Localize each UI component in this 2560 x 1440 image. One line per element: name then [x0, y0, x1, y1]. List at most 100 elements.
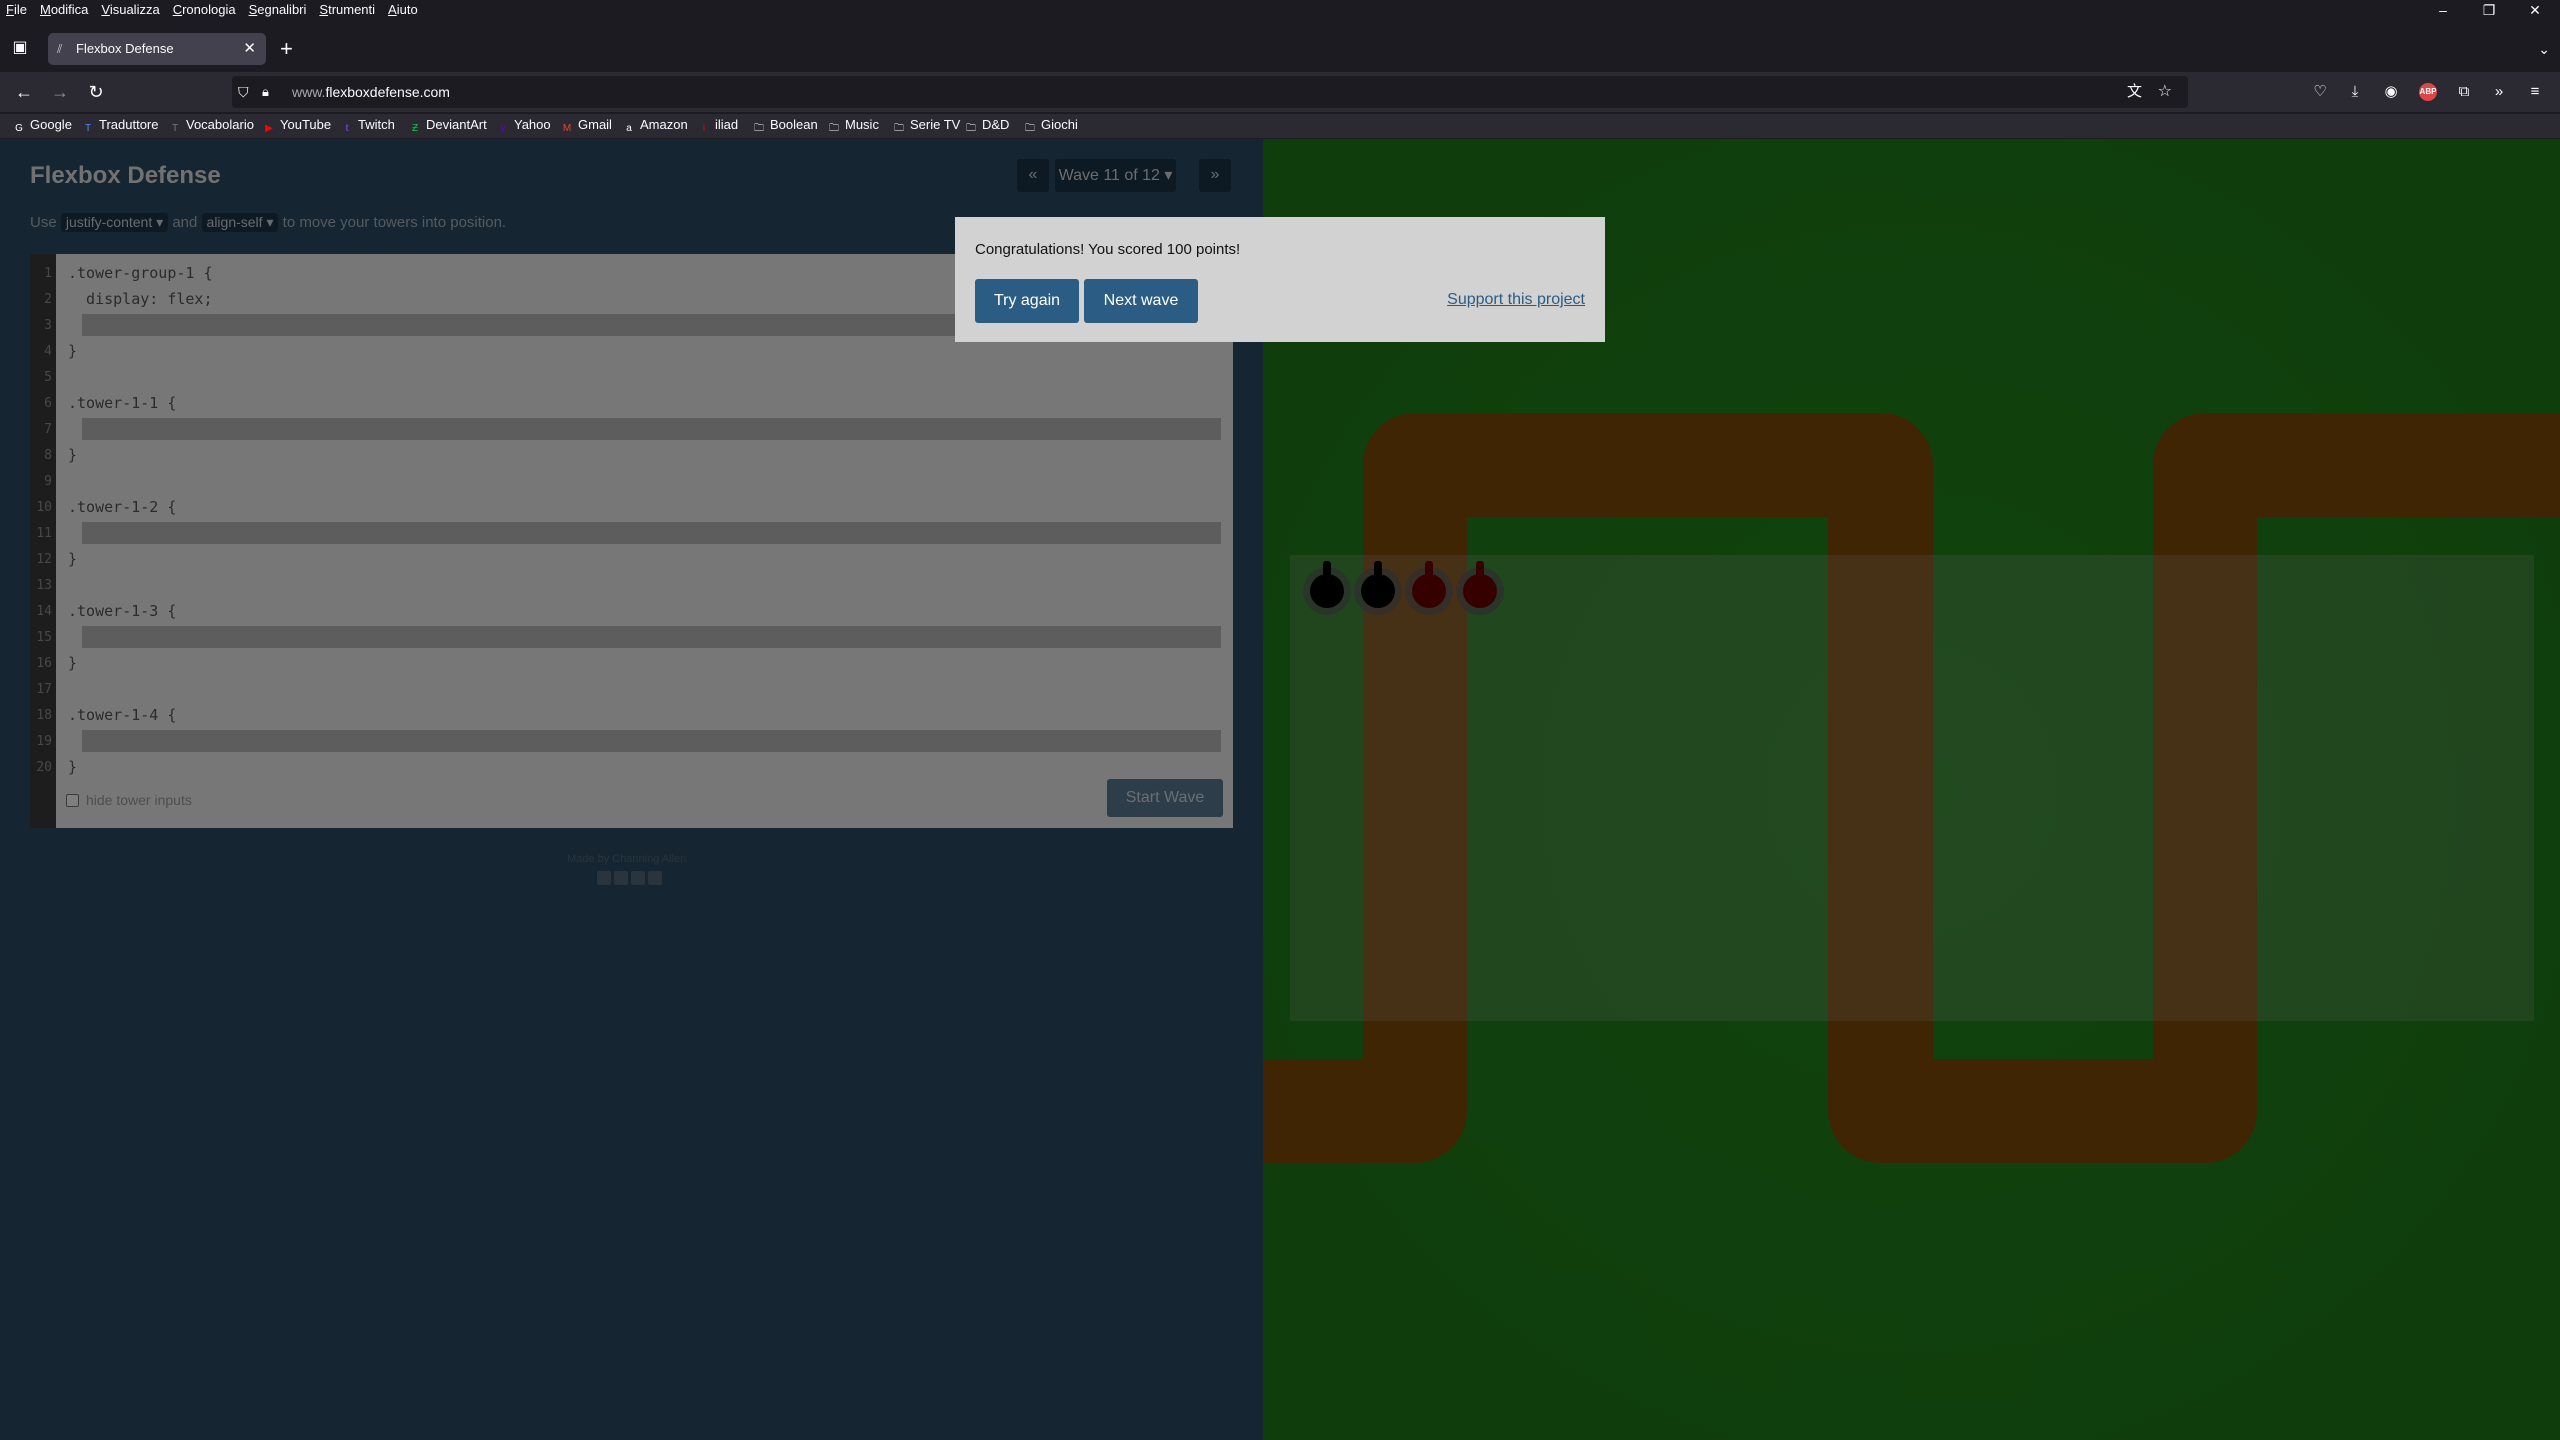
lock-icon[interactable]: 🔒︎ — [262, 76, 269, 108]
hide-inputs-checkbox[interactable] — [66, 794, 79, 807]
overflow-chevron-icon[interactable]: » — [2485, 78, 2513, 106]
code-line: .tower-1-1 { — [68, 394, 177, 412]
url-text[interactable]: www.flexboxdefense.com — [292, 76, 450, 108]
menu-item-cronologia[interactable]: Cronologia — [173, 2, 236, 17]
new-tab-button[interactable]: + — [280, 33, 293, 65]
bookmark-yahoo[interactable]: y Yahoo — [496, 117, 551, 136]
translate-icon: T — [84, 123, 92, 134]
justify-content-dropdown[interactable]: justify-content ▾ — [60, 213, 169, 232]
code-line: .tower-group-1 { — [68, 264, 213, 282]
bookmark-label: Amazon — [640, 117, 688, 132]
menu-item-visualizza[interactable]: Visualizza — [101, 2, 159, 17]
back-button[interactable]: ← — [10, 78, 38, 106]
bookmark-label: YouTube — [280, 117, 332, 132]
css-input-field[interactable] — [82, 522, 1221, 544]
start-wave-button[interactable]: Start Wave — [1107, 779, 1223, 817]
facebook-icon[interactable] — [597, 871, 611, 885]
prev-wave-button[interactable]: « — [1017, 159, 1049, 192]
tower-group-1-zone — [1290, 555, 2534, 1021]
bookmark-boolean[interactable]: 🗀︎ Boolean — [752, 117, 818, 136]
line-number: 15 — [36, 630, 52, 645]
tab-flexbox-defense[interactable]: ⫽ Flexbox Defense ✕ — [48, 33, 266, 65]
bookmark-music[interactable]: 🗀︎ Music — [827, 117, 879, 136]
bookmark-traduttore[interactable]: T Traduttore — [81, 117, 159, 136]
restore-button[interactable]: ❐ — [2466, 2, 2512, 19]
download-icon[interactable]: ⤓ — [2341, 78, 2369, 106]
bookmark-d-d[interactable]: 🗀︎ D&D — [964, 117, 1009, 136]
hide-tower-inputs[interactable]: hide tower inputs — [66, 792, 192, 808]
modal-message: Congratulations! You scored 100 points! — [975, 241, 1241, 258]
bookmark-label: iliad — [715, 117, 739, 132]
bookmark-serie-tv[interactable]: 🗀︎ Serie TV — [892, 117, 960, 136]
line-number: 12 — [36, 552, 52, 567]
deviantart-icon: Ƶ — [411, 123, 419, 134]
code-line: .tower-1-3 { — [68, 602, 177, 620]
line-number: 4 — [44, 344, 52, 359]
bookmark-star-icon[interactable]: ☆ — [2158, 76, 2172, 108]
next-wave-button[interactable]: Next wave — [1084, 279, 1198, 323]
bookmark-youtube[interactable]: ▶ YouTube — [262, 117, 331, 136]
line-number: 10 — [36, 500, 52, 515]
bookmark-twitch[interactable]: t Twitch — [340, 117, 395, 136]
support-project-link[interactable]: Support this project — [1447, 291, 1585, 309]
line-number: 1 — [44, 266, 52, 281]
tracking-shield-icon[interactable]: ⛉ — [238, 76, 249, 108]
css-input-field[interactable] — [82, 418, 1221, 440]
pocket-icon[interactable]: ♡ — [2306, 78, 2334, 106]
line-number: 13 — [36, 578, 52, 593]
extensions-icon[interactable]: ⧉ — [2450, 78, 2478, 106]
forward-button[interactable]: → — [46, 78, 74, 106]
close-tab-icon[interactable]: ✕ — [243, 33, 256, 65]
bookmark-label: Twitch — [358, 117, 395, 132]
minimize-button[interactable]: – — [2420, 2, 2466, 18]
bookmark-label: D&D — [982, 117, 1010, 132]
menu-item-modifica[interactable]: Modifica — [40, 2, 88, 17]
bookmark-gmail[interactable]: M Gmail — [560, 117, 612, 136]
menu-item-segnalibri[interactable]: Segnalibri — [249, 2, 307, 17]
folder-icon: 🗀︎ — [829, 123, 839, 134]
try-again-button[interactable]: Try again — [975, 279, 1079, 323]
app-menu-icon[interactable]: ≡ — [2521, 78, 2549, 106]
align-self-dropdown[interactable]: align-self ▾ — [201, 213, 279, 232]
bookmark-amazon[interactable]: a Amazon — [622, 117, 688, 136]
bookmark-label: Google — [30, 117, 72, 132]
menu-item-file[interactable]: File — [6, 2, 27, 17]
url-bar[interactable]: ⛉ 🔒︎ www.flexboxdefense.com 文 ☆ — [232, 76, 2188, 108]
tab-title: Flexbox Defense — [76, 41, 174, 56]
menu-item-strumenti[interactable]: Strumenti — [319, 2, 375, 17]
bookmark-label: Vocabolario — [186, 117, 254, 132]
bookmark-label: Giochi — [1041, 117, 1078, 132]
list-all-tabs-icon[interactable]: ⌄ — [2538, 33, 2550, 65]
folder-icon: 🗀︎ — [1025, 123, 1035, 134]
bookmarks-bar: G Google T Traduttore T Vocabolario ▶ YouTube t T… — [0, 114, 2560, 138]
bookmark-giochi[interactable]: 🗀︎ Giochi — [1023, 117, 1078, 136]
twitter-icon[interactable] — [614, 871, 628, 885]
line-number: 18 — [36, 708, 52, 723]
bookmark-label: Yahoo — [514, 117, 551, 132]
menu-item-aiuto[interactable]: Aiuto — [388, 2, 418, 17]
line-number: 7 — [44, 422, 52, 437]
code-line: display: flex; — [68, 290, 213, 308]
close-window-button[interactable]: ✕ — [2512, 2, 2558, 19]
bookmark-google[interactable]: G Google — [12, 117, 72, 136]
bookmark-label: Traduttore — [99, 117, 159, 132]
amazon-icon: a — [626, 123, 632, 134]
bookmark-iliad[interactable]: i iliad — [697, 117, 738, 136]
code-line: .tower-1-4 { — [68, 706, 177, 724]
css-input-field[interactable] — [82, 626, 1221, 648]
line-number: 20 — [36, 760, 52, 775]
wave-selector[interactable]: Wave 11 of 12 ▾ — [1055, 159, 1176, 192]
github-icon[interactable] — [648, 871, 662, 885]
translate-icon[interactable]: 文 — [2127, 76, 2142, 108]
navigation-bar: ← → ↻ ⛉ 🔒︎ www.flexboxdefense.com 文 ☆ ♡ … — [0, 72, 2560, 112]
bookmark-deviantart[interactable]: Ƶ DeviantArt — [408, 117, 487, 136]
bookmark-vocabolario[interactable]: T Vocabolario — [168, 117, 254, 136]
account-icon[interactable]: ◉ — [2377, 78, 2405, 106]
linkedin-icon[interactable] — [631, 871, 645, 885]
reload-button[interactable]: ↻ — [82, 78, 110, 106]
css-input-field[interactable] — [82, 730, 1221, 752]
next-wave-nav-button[interactable]: » — [1199, 159, 1231, 192]
iliad-icon: i — [702, 123, 706, 134]
adblock-icon[interactable]: ABP — [2419, 83, 2437, 101]
tab-list-icon[interactable]: ▣ — [8, 36, 32, 60]
